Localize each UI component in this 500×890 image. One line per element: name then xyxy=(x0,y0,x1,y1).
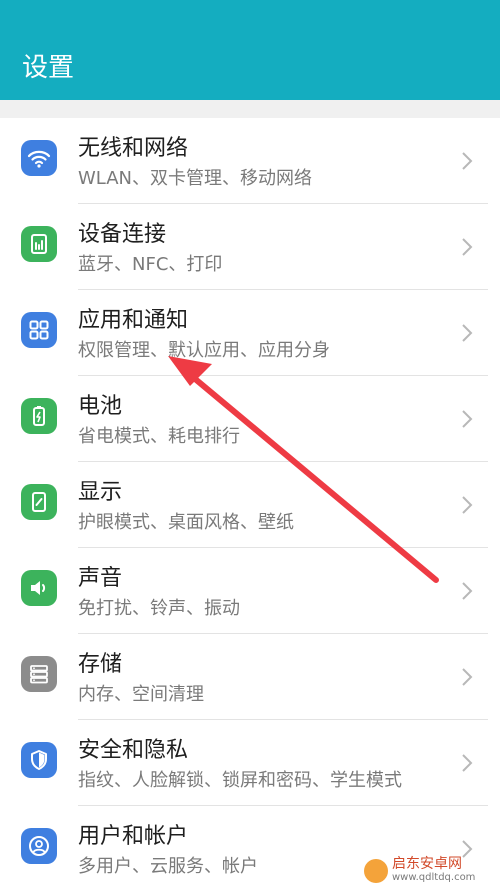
user-account-icon xyxy=(21,828,57,864)
chevron-right-icon xyxy=(462,754,473,772)
settings-item-display[interactable]: 显示 护眼模式、桌面风格、壁纸 xyxy=(0,462,500,548)
watermark-logo-icon xyxy=(364,859,388,883)
watermark-text: 启东安卓网 xyxy=(392,856,462,872)
chevron-right-icon xyxy=(462,238,473,256)
item-title: 设备连接 xyxy=(78,222,167,247)
chevron-right-icon xyxy=(462,496,473,514)
battery-icon xyxy=(21,398,57,434)
chevron-right-icon xyxy=(462,152,473,170)
settings-item-device-connection[interactable]: 设备连接 蓝牙、NFC、打印 xyxy=(0,204,500,290)
settings-list: 无线和网络 WLAN、双卡管理、移动网络 设备连接 蓝牙、NFC、打印 应用和通… xyxy=(0,118,500,890)
display-icon xyxy=(21,484,57,520)
chevron-right-icon xyxy=(462,582,473,600)
item-subtitle: 权限管理、默认应用、应用分身 xyxy=(78,340,330,361)
settings-item-battery[interactable]: 电池 省电模式、耗电排行 xyxy=(0,376,500,462)
item-subtitle: 内存、空间清理 xyxy=(78,684,204,705)
chevron-right-icon xyxy=(462,324,473,342)
item-subtitle: 多用户、云服务、帐户 xyxy=(78,856,258,877)
chevron-right-icon xyxy=(462,668,473,686)
settings-item-wireless-network[interactable]: 无线和网络 WLAN、双卡管理、移动网络 xyxy=(0,118,500,204)
device-connect-icon xyxy=(21,226,57,262)
item-subtitle: 省电模式、耗电排行 xyxy=(78,426,240,447)
item-subtitle: WLAN、双卡管理、移动网络 xyxy=(78,168,313,189)
item-title: 应用和通知 xyxy=(78,308,189,333)
item-subtitle: 免打扰、铃声、振动 xyxy=(78,598,240,619)
item-title: 存储 xyxy=(78,652,123,677)
item-subtitle: 指纹、人脸解锁、锁屏和密码、学生模式 xyxy=(78,770,402,791)
speaker-icon xyxy=(21,570,57,606)
storage-icon xyxy=(21,656,57,692)
item-title: 安全和隐私 xyxy=(78,738,189,763)
item-subtitle: 蓝牙、NFC、打印 xyxy=(78,254,223,275)
chevron-right-icon xyxy=(462,410,473,428)
apps-grid-icon xyxy=(21,312,57,348)
item-title: 用户和帐户 xyxy=(78,824,189,849)
wifi-icon xyxy=(21,140,57,176)
page-title: 设置 xyxy=(22,53,75,83)
item-subtitle: 护眼模式、桌面风格、壁纸 xyxy=(78,512,294,533)
item-title: 显示 xyxy=(78,480,123,505)
watermark-url: www.qdltdq.com xyxy=(392,872,476,883)
settings-item-apps-notifications[interactable]: 应用和通知 权限管理、默认应用、应用分身 xyxy=(0,290,500,376)
shield-icon xyxy=(21,742,57,778)
item-title: 电池 xyxy=(78,394,123,419)
settings-item-security-privacy[interactable]: 安全和隐私 指纹、人脸解锁、锁屏和密码、学生模式 xyxy=(0,720,500,806)
settings-item-storage[interactable]: 存储 内存、空间清理 xyxy=(0,634,500,720)
watermark: 启东安卓网 www.qdltdq.com xyxy=(364,856,494,886)
item-title: 声音 xyxy=(78,566,123,591)
app-header: 设置 xyxy=(0,0,500,100)
item-title: 无线和网络 xyxy=(78,136,189,161)
settings-item-sound[interactable]: 声音 免打扰、铃声、振动 xyxy=(0,548,500,634)
